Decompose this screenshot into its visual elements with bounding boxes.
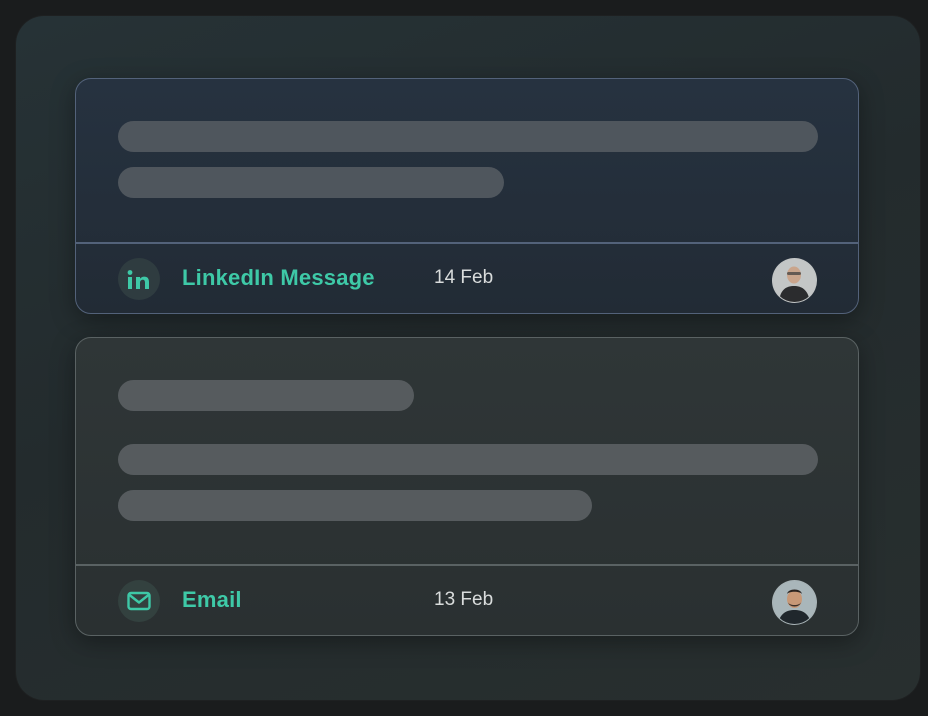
- content-placeholder-line: [118, 167, 504, 198]
- content-placeholder-line: [118, 380, 414, 411]
- channel-label: LinkedIn Message: [182, 265, 375, 290]
- avatar[interactable]: [772, 580, 817, 625]
- content-placeholder-line: [118, 121, 818, 152]
- content-placeholder-line: [118, 490, 592, 521]
- message-footer: LinkedIn Message 14 Feb: [76, 243, 858, 313]
- message-card-email[interactable]: Email 13 Feb: [75, 337, 859, 636]
- email-icon: [118, 580, 160, 622]
- message-date: 13 Feb: [434, 589, 494, 610]
- linkedin-icon: [118, 258, 160, 300]
- message-card-linkedin[interactable]: LinkedIn Message 14 Feb: [75, 78, 859, 314]
- avatar[interactable]: [772, 258, 817, 303]
- channel-label: Email: [182, 587, 242, 612]
- message-date: 14 Feb: [434, 267, 494, 288]
- message-footer: Email 13 Feb: [76, 565, 858, 635]
- content-placeholder-line: [118, 444, 818, 475]
